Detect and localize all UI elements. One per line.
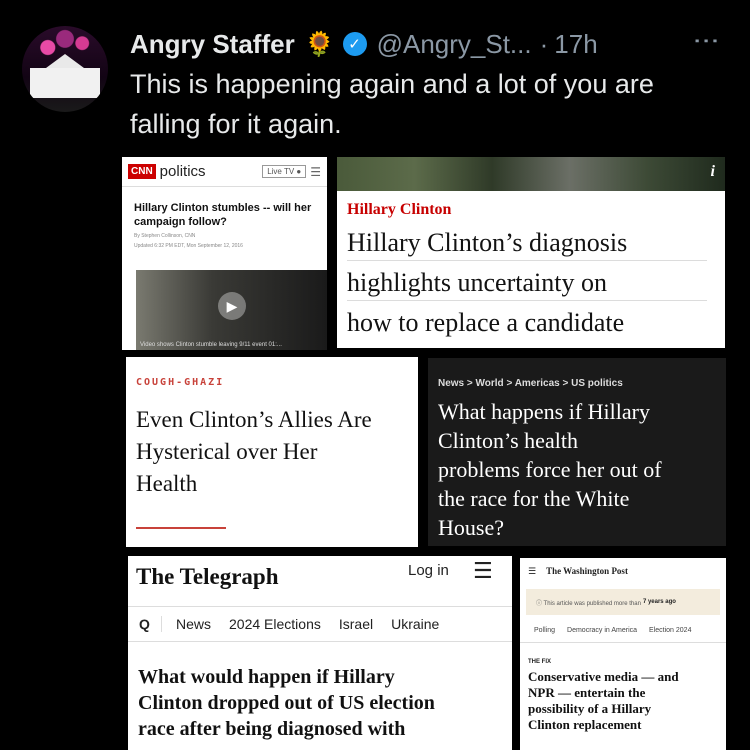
login-link: Log in: [408, 562, 449, 579]
guardian-headline: Hillary Clinton’s diagnosis highlights u…: [337, 219, 725, 343]
telegraph-screenshot[interactable]: The Telegraph Log in ☰ Q News 2024 Elect…: [128, 556, 512, 750]
notice-age: 7 years ago: [642, 599, 676, 605]
nav-item: 2024 Elections: [229, 616, 321, 632]
headline-line: Health: [136, 471, 198, 496]
published-notice: ⓘ This article was published more than 7…: [526, 589, 720, 615]
headline-line: possibility of a Hillary: [528, 701, 652, 716]
headline-line: problems force her out of: [438, 457, 662, 482]
more-options-icon[interactable]: ⋮: [691, 28, 722, 52]
accent-rule: [136, 527, 226, 529]
cnn-screenshot[interactable]: CNN politics Live TV ● ☰ Hillary Clinton…: [122, 157, 327, 350]
search-icon: Q: [128, 616, 162, 632]
headline-line: race after being diagnosed with: [138, 718, 406, 740]
nav-item: Election 2024: [649, 627, 692, 634]
headline-line: What would happen if Hillary: [138, 666, 395, 688]
cnn-header: CNN politics Live TV ● ☰: [122, 157, 327, 187]
guardian-kicker: Hillary Clinton: [347, 201, 452, 218]
author-name[interactable]: Angry Staffer: [130, 29, 295, 60]
nav-item: Polling: [534, 627, 556, 634]
telegraph-logo: The Telegraph: [136, 564, 279, 589]
cnn-menu-icon: ☰: [310, 164, 321, 179]
article-headline: Conservative media — and NPR — entertain…: [520, 665, 726, 733]
cnn-video-thumbnail: ▶ Video shows Clinton stumble leaving 9/…: [136, 270, 327, 350]
telegraph-nav: Q News 2024 Elections Israel Ukraine: [128, 606, 512, 642]
headline-line: What happens if Hillary: [438, 399, 650, 424]
divider: [347, 300, 707, 301]
wapo-logo: The Washington Post: [546, 566, 628, 576]
notice-text: ⓘ This article was published more than: [536, 600, 641, 607]
washington-post-screenshot[interactable]: ☰ The Washington Post ⓘ This article was…: [520, 558, 726, 750]
article-kicker: COUGH-GHAZI: [136, 377, 225, 388]
headline-line: Hillary Clinton’s diagnosis: [347, 228, 628, 257]
tweet-text: This is happening again and a lot of you…: [130, 69, 654, 139]
menu-icon: ☰: [473, 558, 493, 583]
headline-line: House?: [438, 515, 504, 540]
guardian-screenshot[interactable]: i Hillary Clinton Hillary Clinton’s diag…: [337, 157, 725, 348]
separator-dot: ·: [539, 28, 549, 59]
video-caption: Video shows Clinton stumble leaving 9/11…: [140, 342, 282, 348]
article-headline: Even Clinton’s Allies Are Hysterical ove…: [126, 388, 418, 500]
section-label: THE FIX: [528, 659, 552, 665]
verified-badge-icon[interactable]: ✓: [342, 32, 367, 56]
tweet-timestamp[interactable]: 17h: [554, 29, 597, 60]
nav-item: Israel: [338, 616, 374, 632]
tweet-header: Angry Staffer 🌻 ✓ @Angry_St... · 17h ⋮: [130, 24, 730, 64]
breadcrumb: News > World > Americas > US politics: [438, 378, 623, 389]
wapo-header: ☰ The Washington Post: [520, 558, 726, 577]
guardian-photo: i: [337, 157, 725, 191]
author-handle[interactable]: @Angry_St...: [377, 29, 532, 60]
cnn-section: politics: [159, 163, 206, 180]
headline-line: Clinton replacement: [528, 717, 642, 732]
nav-item: Democracy in America: [567, 627, 638, 634]
headline-line: highlights uncertainty on: [347, 268, 607, 297]
headline-line: how to replace a candidate: [347, 308, 625, 337]
divider: [347, 260, 707, 261]
guardian-dark-screenshot[interactable]: News > World > Americas > US politics Wh…: [428, 358, 726, 546]
headline-line: Even Clinton’s Allies Are: [136, 407, 372, 432]
cnn-updated: Updated 6:32 PM EDT, Mon September 12, 2…: [134, 243, 243, 249]
cnn-logo: CNN: [128, 164, 156, 179]
cough-ghazi-screenshot[interactable]: COUGH-GHAZI Even Clinton’s Allies Are Hy…: [126, 357, 418, 547]
play-icon: ▶: [218, 292, 246, 320]
cnn-headline: Hillary Clinton stumbles -- will her cam…: [134, 202, 312, 228]
headline-line: Hysterical over Her: [136, 439, 318, 464]
profile-avatar[interactable]: [22, 26, 108, 112]
info-icon: i: [710, 163, 715, 180]
cnn-byline: By Stephen Collinson, CNN: [134, 233, 196, 239]
nav-item: News: [176, 616, 212, 632]
menu-icon: ☰: [528, 566, 537, 576]
headline-line: Clinton dropped out of US election: [138, 692, 435, 714]
sunflower-emoji: 🌻: [304, 30, 335, 58]
nav-item: Ukraine: [391, 616, 440, 632]
headline-line: the race for the White: [438, 486, 630, 511]
wapo-nav: Polling Democracy in America Election 20…: [520, 627, 726, 634]
white-house-image: [30, 68, 100, 98]
article-headline: What happens if Hillary Clinton’s health…: [428, 389, 726, 542]
live-tv-badge: Live TV ●: [262, 165, 307, 178]
headline-line: Conservative media — and: [528, 669, 679, 684]
article-headline: What would happen if Hillary Clinton dro…: [138, 664, 435, 742]
headline-line: NPR — entertain the: [528, 685, 646, 700]
headline-line: Clinton’s health: [438, 428, 578, 453]
